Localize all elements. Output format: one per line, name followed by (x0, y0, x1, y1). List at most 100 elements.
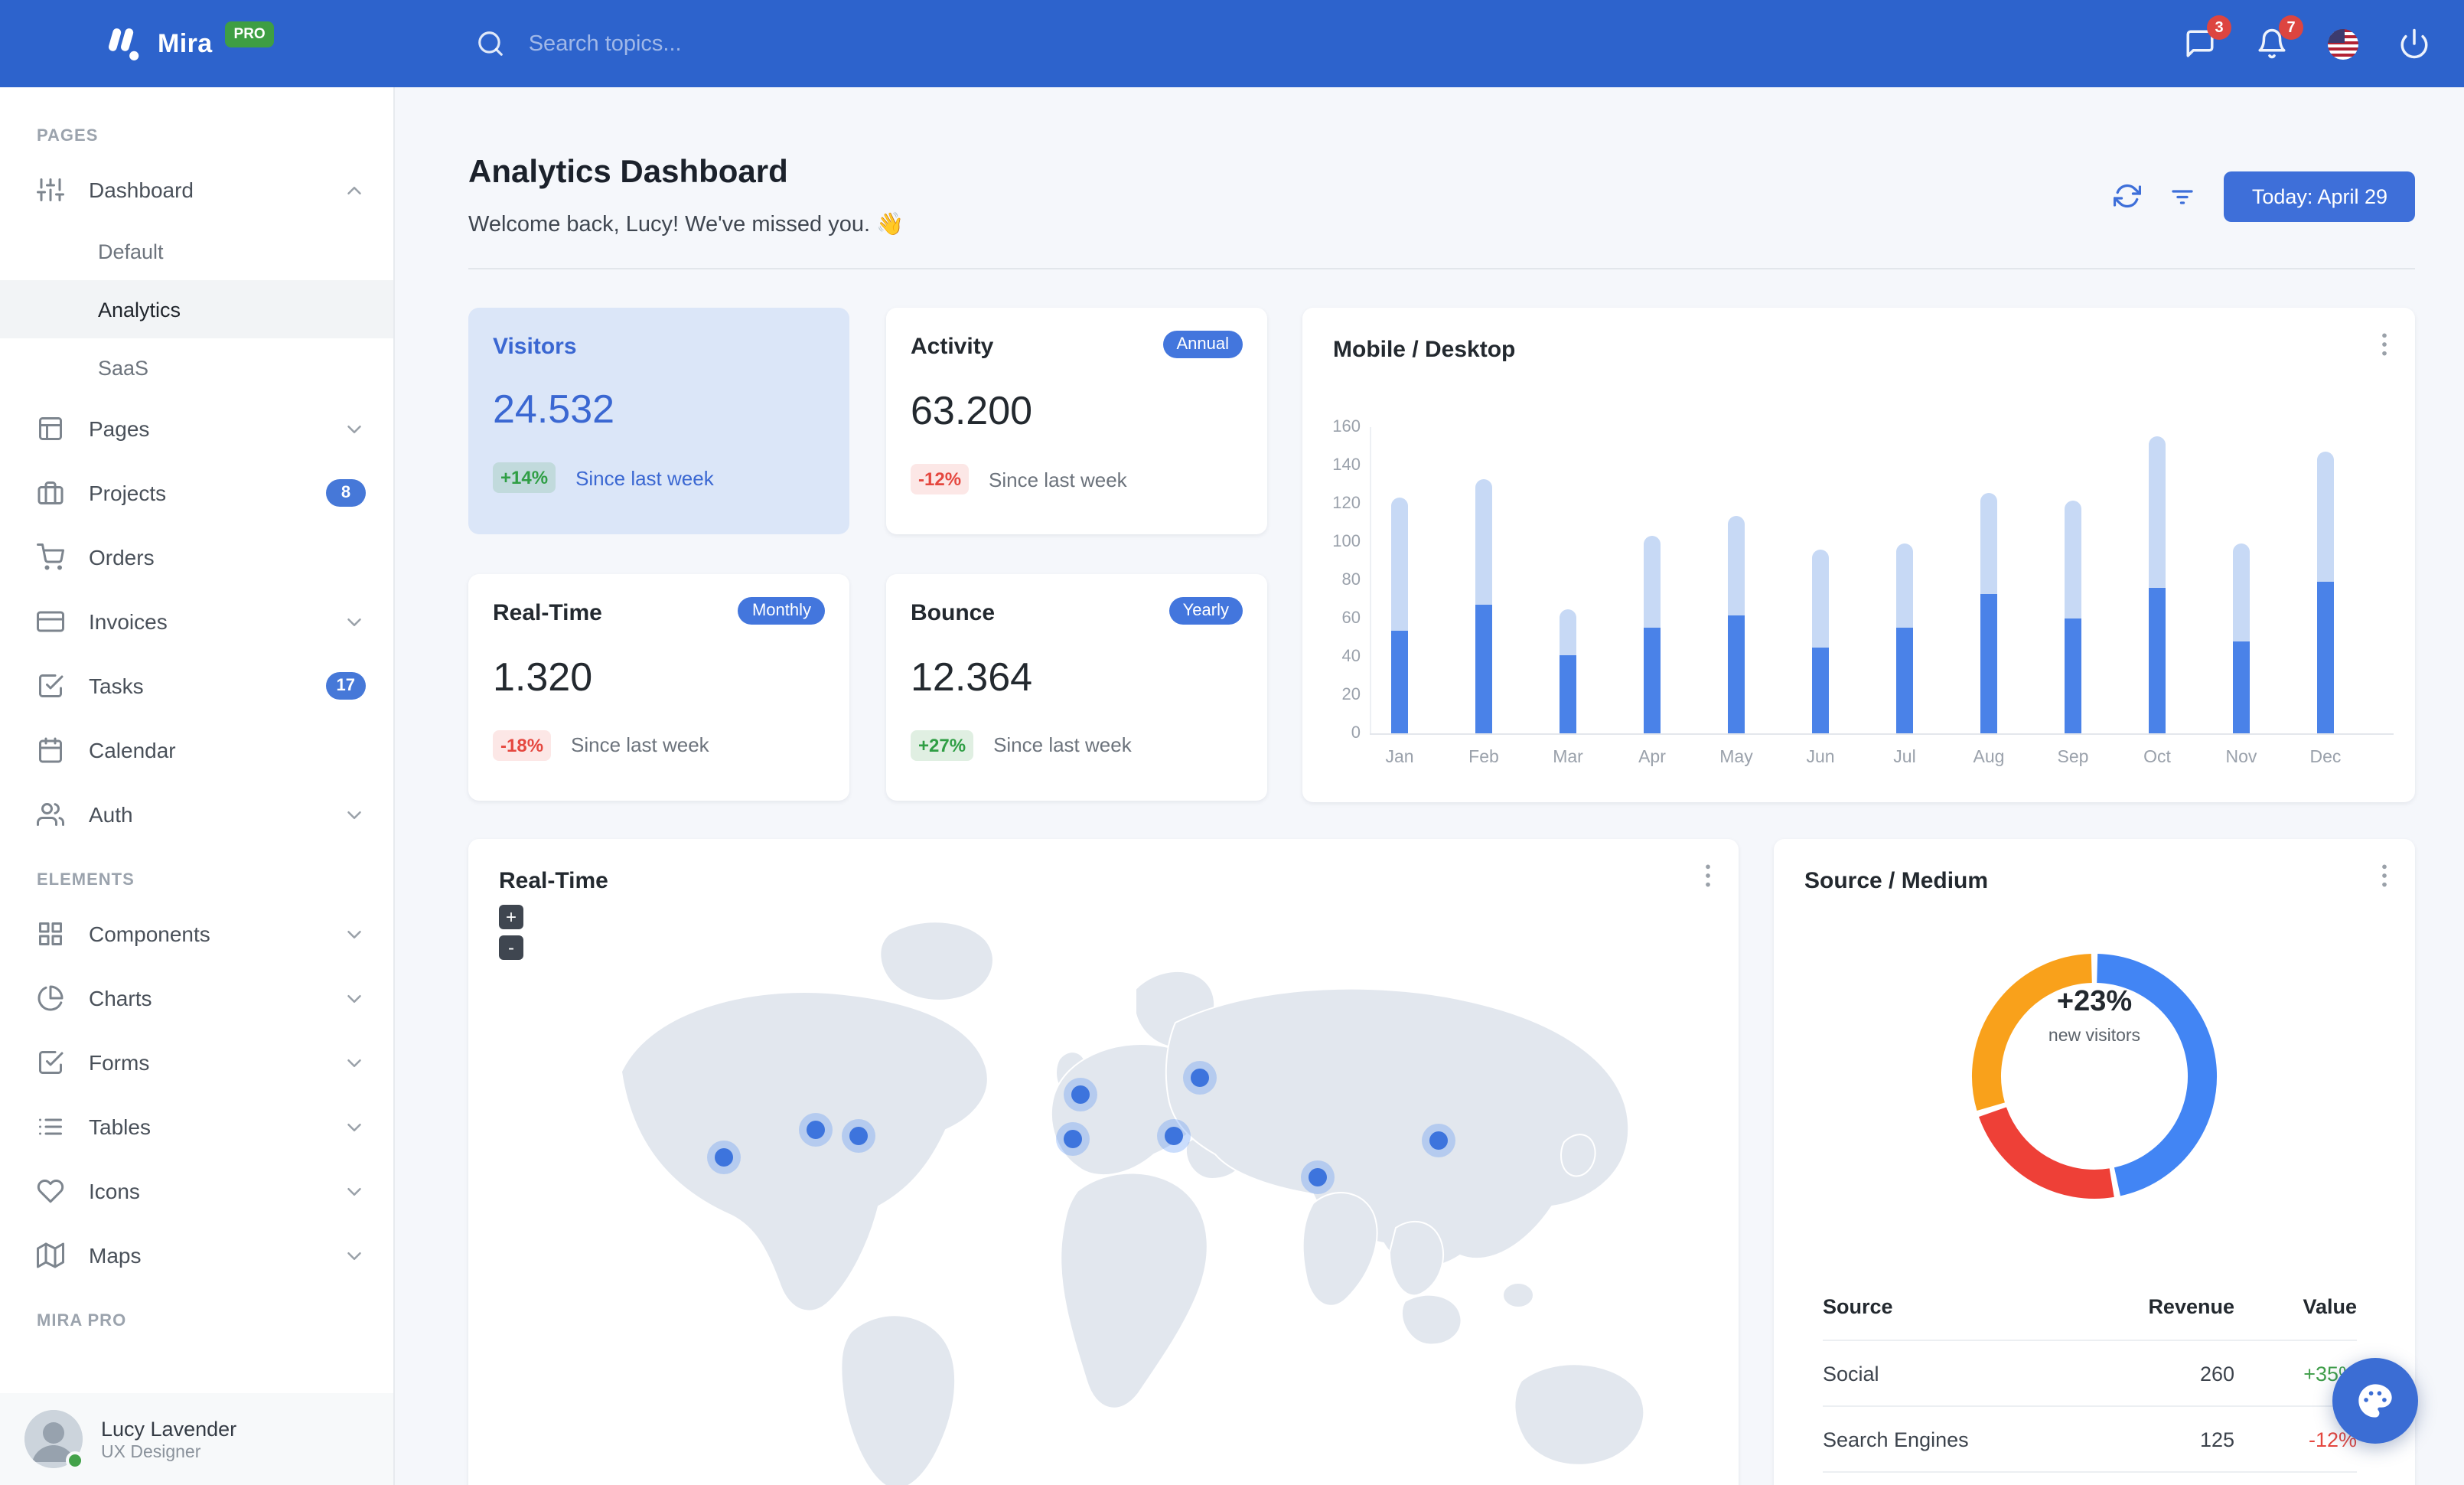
world-map[interactable] (468, 885, 1739, 1485)
map-marker-san-francisco[interactable] (715, 1148, 733, 1167)
source-menu-button[interactable] (2369, 860, 2400, 891)
donut-slice-direct[interactable] (1972, 954, 2093, 1111)
map-marker-beijing[interactable] (1429, 1131, 1448, 1150)
refresh-button[interactable] (2114, 182, 2142, 210)
cell-value: -12% (2308, 1428, 2357, 1451)
language-flag-button[interactable] (2328, 28, 2358, 59)
chevron-down-icon (343, 922, 366, 945)
x-tick-label: Apr (1638, 749, 1666, 767)
stat-period-badge[interactable]: Monthly (738, 596, 825, 624)
palette-icon (2355, 1381, 2395, 1421)
bar-mobile-may[interactable] (1728, 615, 1745, 733)
sidebar-item-icons[interactable]: Icons (0, 1159, 393, 1223)
map-marker-madrid[interactable] (1064, 1130, 1082, 1148)
map-marker-new-york[interactable] (849, 1127, 868, 1145)
calendar-icon (37, 736, 64, 764)
sidebar-item-charts[interactable]: Charts (0, 966, 393, 1030)
stat-period-badge[interactable]: Annual (1162, 331, 1243, 358)
sidebar-item-projects[interactable]: Projects 8 (0, 461, 393, 525)
chevron-down-icon (343, 1244, 366, 1267)
sidebar-subitem-analytics[interactable]: Analytics (0, 280, 393, 338)
table-row-social[interactable]: Social 260 +35% (1823, 1340, 2357, 1405)
sidebar-subitem-default[interactable]: Default (0, 222, 393, 280)
bar-mobile-oct[interactable] (2149, 588, 2166, 733)
filter-icon (2172, 190, 2194, 204)
sidebar-item-maps[interactable]: Maps (0, 1223, 393, 1288)
sidebar-item-label: Charts (89, 986, 152, 1010)
sidebar-subitem-saas[interactable]: SaaS (0, 338, 393, 397)
sidebar-item-forms[interactable]: Forms (0, 1030, 393, 1095)
online-status-dot (66, 1451, 84, 1470)
credit-card-icon (37, 608, 64, 635)
donut-slice-search-engines[interactable] (1979, 1106, 2114, 1199)
bar-mobile-feb[interactable] (1475, 605, 1492, 733)
map-zoom-out-button[interactable]: - (499, 935, 523, 960)
sidebar-item-tasks[interactable]: Tasks 17 (0, 654, 393, 718)
map-marker-istanbul[interactable] (1165, 1127, 1183, 1145)
bar-mobile-jun[interactable] (1812, 647, 1829, 733)
sidebar-item-label: Maps (89, 1243, 142, 1268)
stat-value: 12.364 (911, 653, 1033, 699)
map-zoom-in-button[interactable]: + (499, 905, 523, 929)
sidebar-item-tables[interactable]: Tables (0, 1095, 393, 1159)
chevron-up-icon (343, 178, 366, 201)
table-row-search-engines[interactable]: Search Engines 125 -12% (1823, 1405, 2357, 1471)
refresh-icon (2114, 184, 2142, 208)
messages-button[interactable]: 3 (2184, 15, 2231, 60)
sidebar-item-orders[interactable]: Orders (0, 525, 393, 589)
map-marker-chicago[interactable] (807, 1121, 825, 1139)
stat-period-badge[interactable]: Yearly (1168, 596, 1243, 624)
stat-title: Activity (911, 334, 994, 360)
bar-mobile-dec[interactable] (2317, 582, 2334, 733)
logout-button[interactable] (2398, 28, 2430, 60)
realtime-map-card: Real-Time + - (468, 839, 1739, 1485)
sidebar-item-calendar[interactable]: Calendar (0, 718, 393, 782)
x-tick-label: Feb (1468, 749, 1499, 767)
brand[interactable]: Mira PRO (101, 21, 275, 64)
donut-slice-social[interactable] (2096, 954, 2217, 1196)
map-marker-moscow[interactable] (1191, 1069, 1209, 1087)
kebab-icon (2382, 864, 2387, 887)
source-medium-table: Source Revenue Value Social 260 +35% Search En… (1774, 1274, 2415, 1485)
chevron-down-icon (343, 610, 366, 633)
stat-card-activity: Activity Annual 63.200 -12% Since last week (886, 308, 1267, 534)
sidebar-item-label: Dashboard (89, 178, 194, 202)
page-title: Analytics Dashboard (468, 155, 788, 190)
sidebar-item-pages[interactable]: Pages (0, 397, 393, 461)
sidebar-item-dashboard[interactable]: Dashboard (0, 158, 393, 222)
search-input[interactable] (525, 30, 862, 57)
today-button[interactable]: Today: April 29 (2224, 171, 2415, 221)
theme-settings-fab[interactable] (2332, 1358, 2418, 1444)
x-tick-label: Aug (1973, 749, 2005, 767)
x-tick-label: Sep (2057, 749, 2089, 767)
bar-mobile-jan[interactable] (1391, 630, 1408, 733)
pro-badge: PRO (224, 21, 275, 47)
table-row-direct[interactable]: Direct164+46% (1823, 1471, 2357, 1485)
bar-mobile-nov[interactable] (2233, 641, 2250, 733)
bar-mobile-apr[interactable] (1644, 628, 1661, 733)
stat-caption: Since last week (993, 733, 1132, 756)
bar-mobile-sep[interactable] (2065, 618, 2081, 733)
sidebar-user[interactable]: Lucy Lavender UX Designer (0, 1393, 393, 1485)
filter-button[interactable] (2169, 182, 2197, 210)
pie-chart-icon (37, 984, 64, 1012)
navbar-search[interactable] (477, 29, 862, 58)
sidebar-item-auth[interactable]: Auth (0, 782, 393, 847)
notifications-button[interactable]: 7 (2256, 15, 2303, 60)
power-icon (2400, 28, 2428, 59)
sidebar-item-label: Auth (89, 802, 133, 827)
bar-mobile-aug[interactable] (1980, 593, 1997, 733)
check-square-icon (37, 672, 64, 700)
sidebar-item-label: Tasks (89, 674, 144, 698)
sidebar-item-components[interactable]: Components (0, 902, 393, 966)
map-marker-delhi[interactable] (1309, 1168, 1327, 1186)
stat-delta-chip: -12% (911, 464, 970, 494)
bar-mobile-mar[interactable] (1560, 654, 1576, 733)
sidebar-item-label: Components (89, 922, 210, 946)
bar-mobile-jul[interactable] (1896, 628, 1913, 733)
sidebar-item-invoices[interactable]: Invoices (0, 589, 393, 654)
stat-caption: Since last week (571, 733, 709, 756)
heart-icon (37, 1177, 64, 1205)
stat-value: 1.320 (493, 653, 593, 699)
map-marker-london[interactable] (1071, 1085, 1090, 1104)
